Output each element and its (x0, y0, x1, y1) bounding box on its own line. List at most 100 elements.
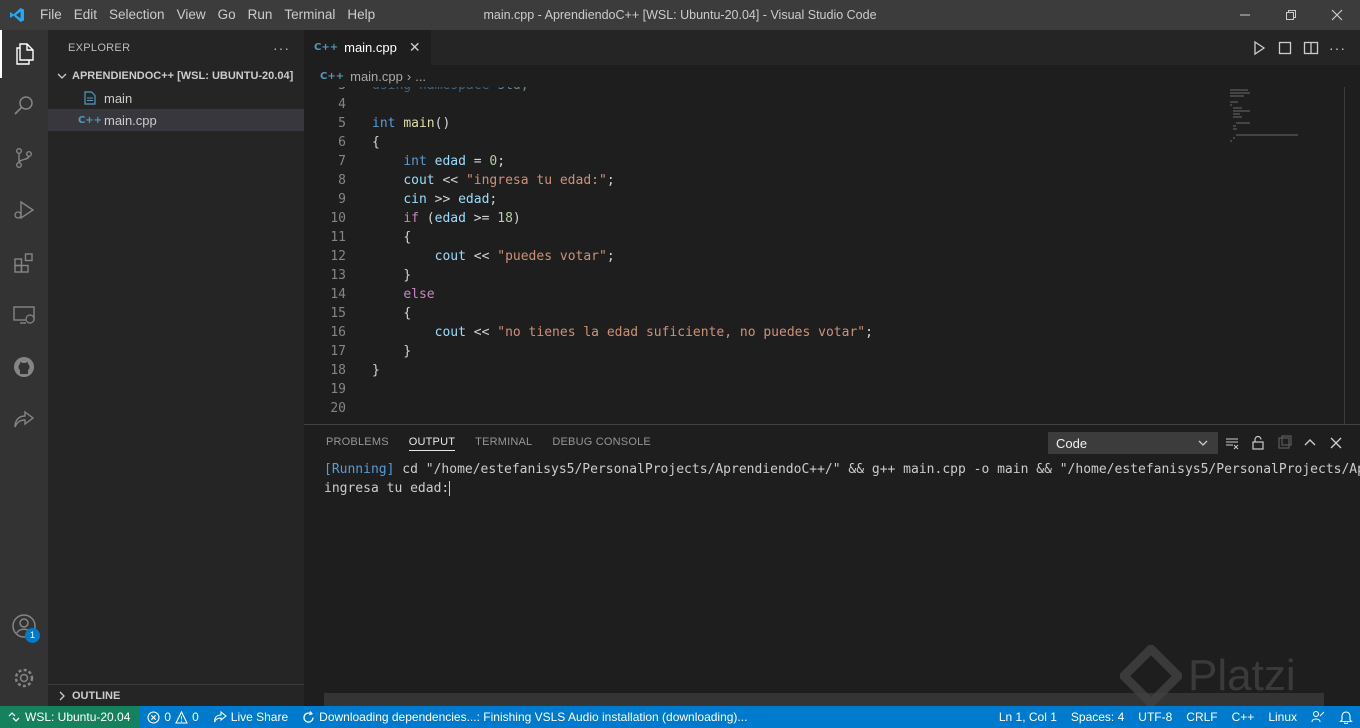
line-number: 9 (338, 192, 346, 207)
error-icon (147, 710, 160, 724)
tab-label: main.cpp (344, 40, 397, 55)
restore-button[interactable] (1268, 0, 1314, 30)
cursor-position[interactable]: Ln 1, Col 1 (992, 706, 1064, 728)
language-mode[interactable]: C++ (1225, 706, 1262, 728)
line-number: 16 (330, 325, 346, 340)
menu-terminal[interactable]: Terminal (278, 0, 341, 30)
workspace-section[interactable]: APRENDIENDOC++ [WSL: UBUNTU-20.04] (48, 65, 304, 87)
outline-section[interactable]: OUTLINE (48, 684, 304, 706)
code-line[interactable]: 20 (304, 399, 1224, 418)
code-line[interactable]: 17 } (304, 342, 1224, 361)
menu-edit[interactable]: Edit (68, 0, 103, 30)
tab-debug-console[interactable]: DEBUG CONSOLE (552, 425, 651, 460)
os-indicator[interactable]: Linux (1261, 706, 1304, 728)
tab-problems[interactable]: PROBLEMS (326, 425, 389, 460)
search-icon[interactable] (0, 81, 48, 129)
breadcrumb-rest[interactable]: ... (415, 69, 426, 84)
code-line[interactable]: 9 cin >> edad; (304, 190, 1224, 209)
code-line[interactable]: 5 int main() (304, 114, 1224, 133)
run-code-icon[interactable] (1251, 40, 1267, 56)
progress-status[interactable]: Downloading dependencies...: Finishing V… (295, 706, 754, 728)
code-line[interactable]: 16 cout << "no tienes la edad suficiente… (304, 323, 1224, 342)
feedback-button[interactable] (1304, 706, 1332, 728)
code-line[interactable]: 8 cout << "ingresa tu edad:"; (304, 171, 1224, 190)
code-line[interactable]: 18} (304, 361, 1224, 380)
menu-view[interactable]: View (171, 0, 212, 30)
code-line[interactable]: 3 using namespace std; (304, 87, 1224, 95)
minimap[interactable] (1228, 87, 1318, 147)
run-debug-icon[interactable] (0, 186, 48, 234)
more-editor-actions-icon[interactable]: ··· (1329, 40, 1346, 56)
clear-output-icon[interactable] (1224, 435, 1240, 451)
tab-main-cpp[interactable]: C++ main.cpp ✕ (304, 30, 431, 65)
line-number: 14 (330, 287, 346, 302)
stop-icon[interactable] (1277, 40, 1293, 56)
live-share-status[interactable]: Live Share (206, 706, 295, 728)
end-of-line[interactable]: CRLF (1179, 706, 1224, 728)
lock-scroll-icon[interactable] (1250, 435, 1266, 451)
open-log-icon[interactable] (1276, 435, 1292, 451)
tab-output[interactable]: OUTPUT (408, 425, 456, 451)
problems-indicator[interactable]: 0 0 (140, 706, 205, 728)
menu-file[interactable]: File (34, 0, 68, 30)
minimize-button[interactable] (1222, 0, 1268, 30)
code-line[interactable]: 11 { (304, 228, 1224, 247)
live-share-icon[interactable] (0, 396, 48, 444)
code-line[interactable]: 13 } (304, 266, 1224, 285)
code-line[interactable]: 4 (304, 95, 1224, 114)
file-main[interactable]: main (48, 87, 304, 109)
indentation[interactable]: Spaces: 4 (1064, 706, 1131, 728)
menu-selection[interactable]: Selection (103, 0, 171, 30)
output-channel-select[interactable]: Code (1048, 432, 1218, 454)
code-line[interactable]: 12 cout << "puedes votar"; (304, 247, 1224, 266)
outline-label: OUTLINE (72, 689, 121, 702)
menu-help[interactable]: Help (341, 0, 381, 30)
encoding[interactable]: UTF-8 (1131, 706, 1179, 728)
extensions-icon[interactable] (0, 239, 48, 287)
remote-explorer-icon[interactable] (0, 291, 48, 339)
settings-gear-icon[interactable] (0, 654, 48, 702)
split-editor-icon[interactable] (1303, 40, 1319, 56)
code-line[interactable]: 10 if (edad >= 18) (304, 209, 1224, 228)
source-control-icon[interactable] (0, 134, 48, 182)
panel-tabs: PROBLEMS OUTPUT TERMINAL DEBUG CONSOLE C… (304, 425, 1360, 460)
output-horizontal-scrollbar[interactable] (324, 693, 1324, 707)
close-panel-icon[interactable] (1328, 435, 1344, 451)
remote-indicator[interactable]: WSL: Ubuntu-20.04 (0, 706, 141, 728)
line-number: 12 (330, 249, 346, 264)
feedback-icon (1311, 710, 1325, 723)
line-source: { (372, 135, 380, 150)
output-content[interactable]: [Running] cd "/home/estefanisys5/Persona… (324, 460, 1360, 498)
code-line[interactable]: 19 (304, 380, 1224, 399)
menu-go[interactable]: Go (212, 0, 242, 30)
github-icon[interactable] (0, 343, 48, 391)
line-number: 11 (330, 230, 346, 245)
editor-tabbar: C++ main.cpp ✕ ··· (304, 30, 1360, 65)
chevron-down-icon (57, 73, 67, 79)
live-share-icon (213, 711, 227, 723)
accounts-badge: 1 (25, 628, 40, 643)
code-line[interactable]: 7 int edad = 0; (304, 152, 1224, 171)
line-source: } (372, 363, 380, 378)
code-line[interactable]: 15 { (304, 304, 1224, 323)
progress-label: Downloading dependencies...: Finishing V… (319, 710, 748, 724)
breadcrumb-file[interactable]: main.cpp (350, 69, 403, 84)
explorer-icon[interactable] (0, 30, 48, 78)
file-main-cpp[interactable]: C++ main.cpp (48, 109, 304, 131)
more-actions-icon[interactable]: ··· (273, 40, 290, 56)
code-line[interactable]: 14 else (304, 285, 1224, 304)
maximize-panel-icon[interactable] (1302, 435, 1318, 451)
line-number: 7 (338, 154, 346, 169)
code-editor[interactable]: 3using namespace std;45int main()6{7 int… (304, 87, 1224, 424)
output-command: cd "/home/estefanisys5/PersonalProjects/… (402, 462, 1360, 477)
close-window-button[interactable] (1314, 0, 1360, 30)
code-line[interactable]: 6{ (304, 133, 1224, 152)
notifications-button[interactable] (1332, 706, 1360, 728)
editor-scrollbar[interactable] (1344, 87, 1345, 424)
output-prompt: ingresa tu edad: (324, 481, 450, 496)
accounts-icon[interactable]: 1 (0, 602, 48, 650)
line-number: 18 (330, 363, 346, 378)
tab-terminal[interactable]: TERMINAL (475, 425, 532, 460)
menu-run[interactable]: Run (242, 0, 279, 30)
tab-close-icon[interactable]: ✕ (409, 39, 421, 56)
